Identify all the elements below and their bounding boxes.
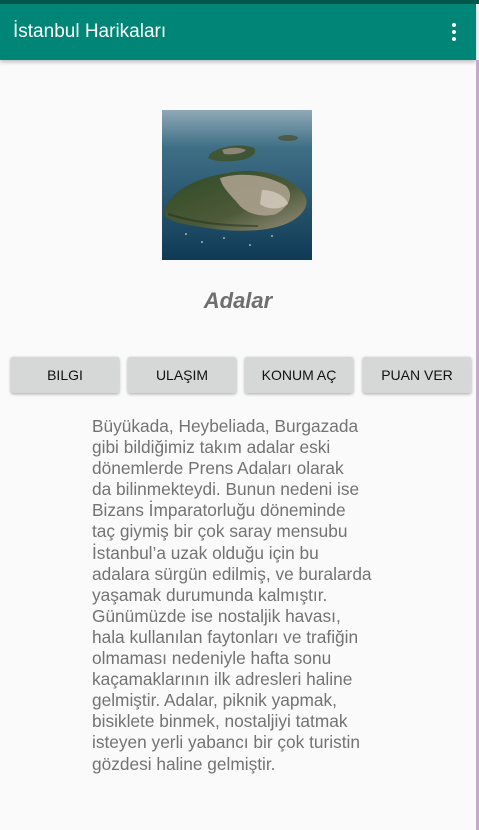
- place-title: Adalar: [203, 288, 273, 313]
- rate-button[interactable]: PUAN VER: [363, 357, 471, 393]
- app-title: İstanbul Harikaları: [13, 21, 167, 42]
- menu-dot: [452, 30, 456, 34]
- menu-dot: [452, 37, 456, 41]
- more-vert-icon[interactable]: [444, 20, 464, 44]
- menu-dot: [452, 23, 456, 27]
- transport-button[interactable]: ULAŞIM: [128, 357, 236, 393]
- info-button[interactable]: BILGI: [11, 357, 119, 393]
- app-bar: İstanbul Harikaları: [0, 4, 476, 60]
- main-content: Adalar BILGI ULAŞIM KONUM AÇ PUAN VER Bü…: [0, 60, 476, 830]
- open-location-button[interactable]: KONUM AÇ: [245, 357, 353, 393]
- place-photo: [162, 110, 312, 260]
- place-description: Büyükada, Heybeliada, Burgazada gibi bil…: [92, 416, 372, 774]
